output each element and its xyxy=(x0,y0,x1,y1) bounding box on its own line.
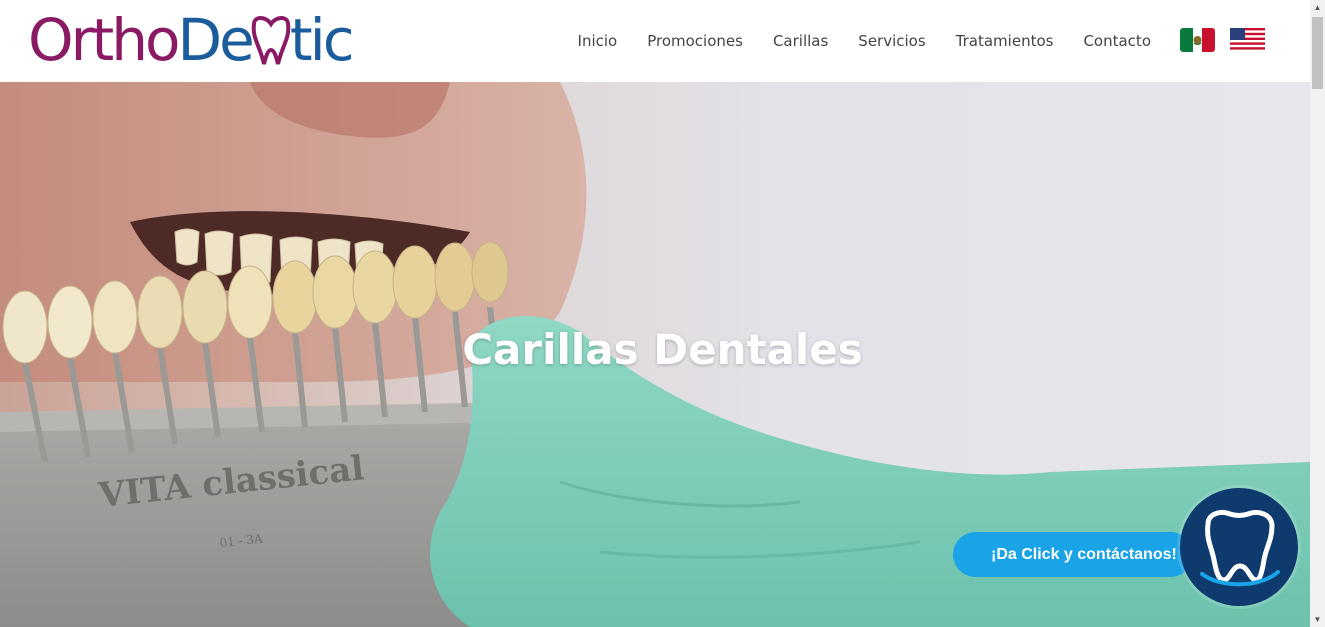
mexico-flag-icon[interactable] xyxy=(1180,28,1215,52)
site-header: Ortho De tic Inicio Promociones Carillas… xyxy=(0,0,1310,82)
tooth-heart-icon xyxy=(251,16,291,65)
scroll-down-arrow-icon[interactable]: ▼ xyxy=(1310,612,1325,627)
scrollbar-thumb[interactable] xyxy=(1312,17,1323,89)
logo-text-part2b: tic xyxy=(289,6,355,74)
page-scrollbar[interactable]: ▲ ▼ xyxy=(1310,0,1325,627)
nav-item-tratamientos[interactable]: Tratamientos xyxy=(941,30,1069,52)
main-nav: Inicio Promociones Carillas Servicios Tr… xyxy=(563,30,1166,52)
nav-item-inicio[interactable]: Inicio xyxy=(563,30,633,52)
nav-item-promociones[interactable]: Promociones xyxy=(632,30,758,52)
scroll-up-arrow-icon[interactable]: ▲ xyxy=(1310,0,1325,15)
tooth-outline-icon xyxy=(1200,509,1280,587)
orthodentic-logo[interactable]: Ortho De tic xyxy=(28,2,355,78)
nav-item-servicios[interactable]: Servicios xyxy=(843,30,940,52)
logo-text-part1: Ortho xyxy=(28,6,180,74)
logo-text-part2a: De xyxy=(177,6,254,74)
nav-item-carillas[interactable]: Carillas xyxy=(758,30,843,52)
contact-cta-button[interactable]: ¡Da Click y contáctanos! xyxy=(953,532,1193,577)
tooth-badge-button[interactable] xyxy=(1180,488,1298,606)
hero-title: Carillas Dentales xyxy=(462,325,863,374)
nav-item-contacto[interactable]: Contacto xyxy=(1068,30,1166,52)
usa-flag-icon[interactable] xyxy=(1230,28,1265,52)
